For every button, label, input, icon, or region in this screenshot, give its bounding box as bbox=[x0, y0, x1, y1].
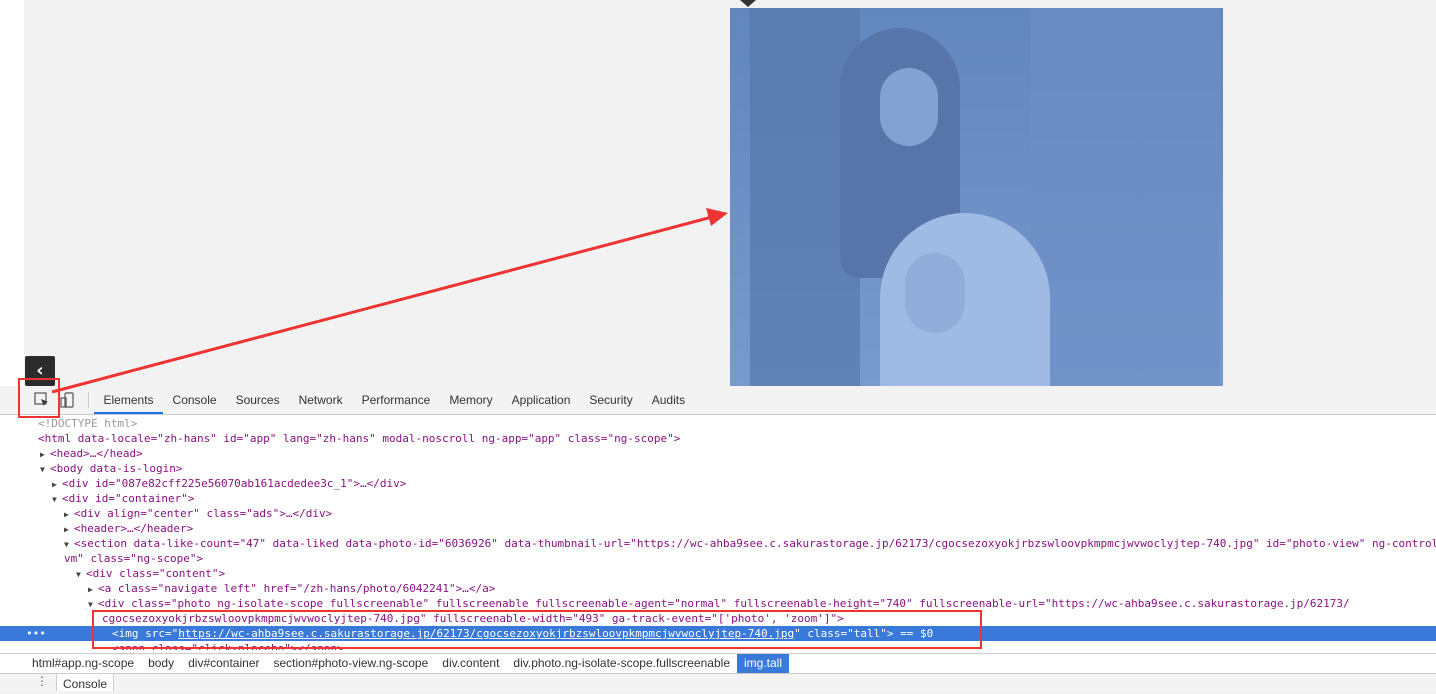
tab-security[interactable]: Security bbox=[580, 386, 642, 414]
tooltip-notch bbox=[740, 0, 756, 7]
dom-node-text: <div id="container"> bbox=[62, 492, 195, 505]
console-drawer: ⋮ Console bbox=[0, 673, 1436, 691]
drawer-tab-console[interactable]: Console bbox=[56, 674, 115, 691]
dom-node[interactable]: ▼ <div class="content"> bbox=[0, 566, 1436, 581]
more-options-icon[interactable]: ••• bbox=[26, 626, 46, 641]
device-toolbar-icon[interactable] bbox=[60, 392, 76, 408]
tab-application[interactable]: Application bbox=[502, 386, 580, 414]
expand-triangle-icon[interactable]: ▶ bbox=[52, 477, 62, 492]
annotation-box-inspect bbox=[18, 378, 60, 418]
dom-node[interactable]: ▶ <div id="087e82cff225e56070ab161acdedee… bbox=[0, 476, 1436, 491]
dom-node[interactable]: ▼ <div id="container"> bbox=[0, 491, 1436, 506]
annotation-box-img-node bbox=[92, 610, 982, 649]
dom-node[interactable]: ▼ <section data-like-count="47" data-like… bbox=[0, 536, 1436, 551]
doctype-text: <!DOCTYPE html> bbox=[38, 417, 138, 430]
collapse-triangle-icon[interactable]: ▼ bbox=[52, 492, 62, 507]
dom-node-text: <div class="photo ng-isolate-scope fulls… bbox=[98, 597, 1350, 610]
expand-triangle-icon[interactable]: ▶ bbox=[40, 447, 50, 462]
collapse-triangle-icon[interactable]: ▼ bbox=[40, 462, 50, 477]
dom-node[interactable]: ▼ <div class="photo ng-isolate-scope full… bbox=[0, 596, 1436, 611]
tab-console[interactable]: Console bbox=[163, 386, 226, 414]
dom-node[interactable]: ▶ <div align="center" class="ads">…</div> bbox=[0, 506, 1436, 521]
dom-node-text: <section data-like-count="47" data-liked… bbox=[74, 537, 1436, 550]
highlighted-photo[interactable] bbox=[730, 8, 1223, 386]
dom-node-text: <a class="navigate left" href="/zh-hans/… bbox=[98, 582, 496, 595]
drawer-menu-icon[interactable]: ⋮ bbox=[36, 674, 48, 688]
breadcrumb: html#app.ng-scope body div#container sec… bbox=[0, 653, 1436, 673]
tab-performance[interactable]: Performance bbox=[352, 386, 440, 414]
tab-audits[interactable]: Audits bbox=[642, 386, 694, 414]
dom-node[interactable]: <html data-locale="zh-hans" id="app" lan… bbox=[0, 431, 1436, 446]
dom-node-text: <header>…</header> bbox=[74, 522, 194, 535]
breadcrumb-item[interactable]: div#container bbox=[181, 654, 266, 673]
breadcrumb-item[interactable]: div.content bbox=[435, 654, 506, 673]
breadcrumb-item[interactable]: body bbox=[141, 654, 181, 673]
breadcrumb-item[interactable]: div.photo.ng-isolate-scope.fullscreenabl… bbox=[506, 654, 737, 673]
breadcrumb-item[interactable]: section#photo-view.ng-scope bbox=[267, 654, 436, 673]
dom-node-text: <div id="087e82cff225e56070ab161acdedee3… bbox=[62, 477, 407, 490]
breadcrumb-item-active[interactable]: img.tall bbox=[737, 654, 790, 673]
collapse-triangle-icon[interactable]: ▼ bbox=[76, 567, 86, 582]
expand-triangle-icon[interactable]: ▶ bbox=[88, 582, 98, 597]
dom-node-text: <head>…</head> bbox=[50, 447, 143, 460]
expand-triangle-icon[interactable]: ▶ bbox=[64, 522, 74, 537]
dom-node-text: <div class="content"> bbox=[86, 567, 226, 580]
collapse-triangle-icon[interactable]: ▼ bbox=[64, 537, 74, 552]
toolbar-divider bbox=[88, 392, 89, 408]
dom-node[interactable]: ▶ <a class="navigate left" href="/zh-hans… bbox=[0, 581, 1436, 596]
dom-node-text: <div align="center" class="ads">…</div> bbox=[74, 507, 333, 520]
devtools-tabs: Elements Console Sources Network Perform… bbox=[94, 386, 695, 414]
dom-node-text: <html data-locale="zh-hans" id="app" lan… bbox=[38, 432, 681, 445]
dom-node-text: vm" class="ng-scope"> bbox=[64, 552, 204, 565]
element-highlight-overlay bbox=[730, 8, 1223, 386]
dom-node[interactable]: ▶ <head>…</head> bbox=[0, 446, 1436, 461]
tab-memory[interactable]: Memory bbox=[440, 386, 502, 414]
dom-node[interactable]: ▶ <header>…</header> bbox=[0, 521, 1436, 536]
expand-triangle-icon[interactable]: ▶ bbox=[64, 507, 74, 522]
dom-node[interactable]: <!DOCTYPE html> bbox=[0, 416, 1436, 431]
tab-sources[interactable]: Sources bbox=[226, 386, 289, 414]
dom-node-continuation[interactable]: vm" class="ng-scope"> bbox=[0, 551, 1436, 566]
page-margin bbox=[0, 0, 24, 386]
tab-elements[interactable]: Elements bbox=[94, 386, 164, 414]
webpage-viewport: ‹ bbox=[0, 0, 1436, 386]
tab-network[interactable]: Network bbox=[289, 386, 352, 414]
dom-node[interactable]: ▼ <body data-is-login> bbox=[0, 461, 1436, 476]
devtools-toolbar: Elements Console Sources Network Perform… bbox=[0, 386, 1436, 415]
breadcrumb-item[interactable]: html#app.ng-scope bbox=[25, 654, 141, 673]
dom-node-text: <body data-is-login> bbox=[50, 462, 183, 475]
